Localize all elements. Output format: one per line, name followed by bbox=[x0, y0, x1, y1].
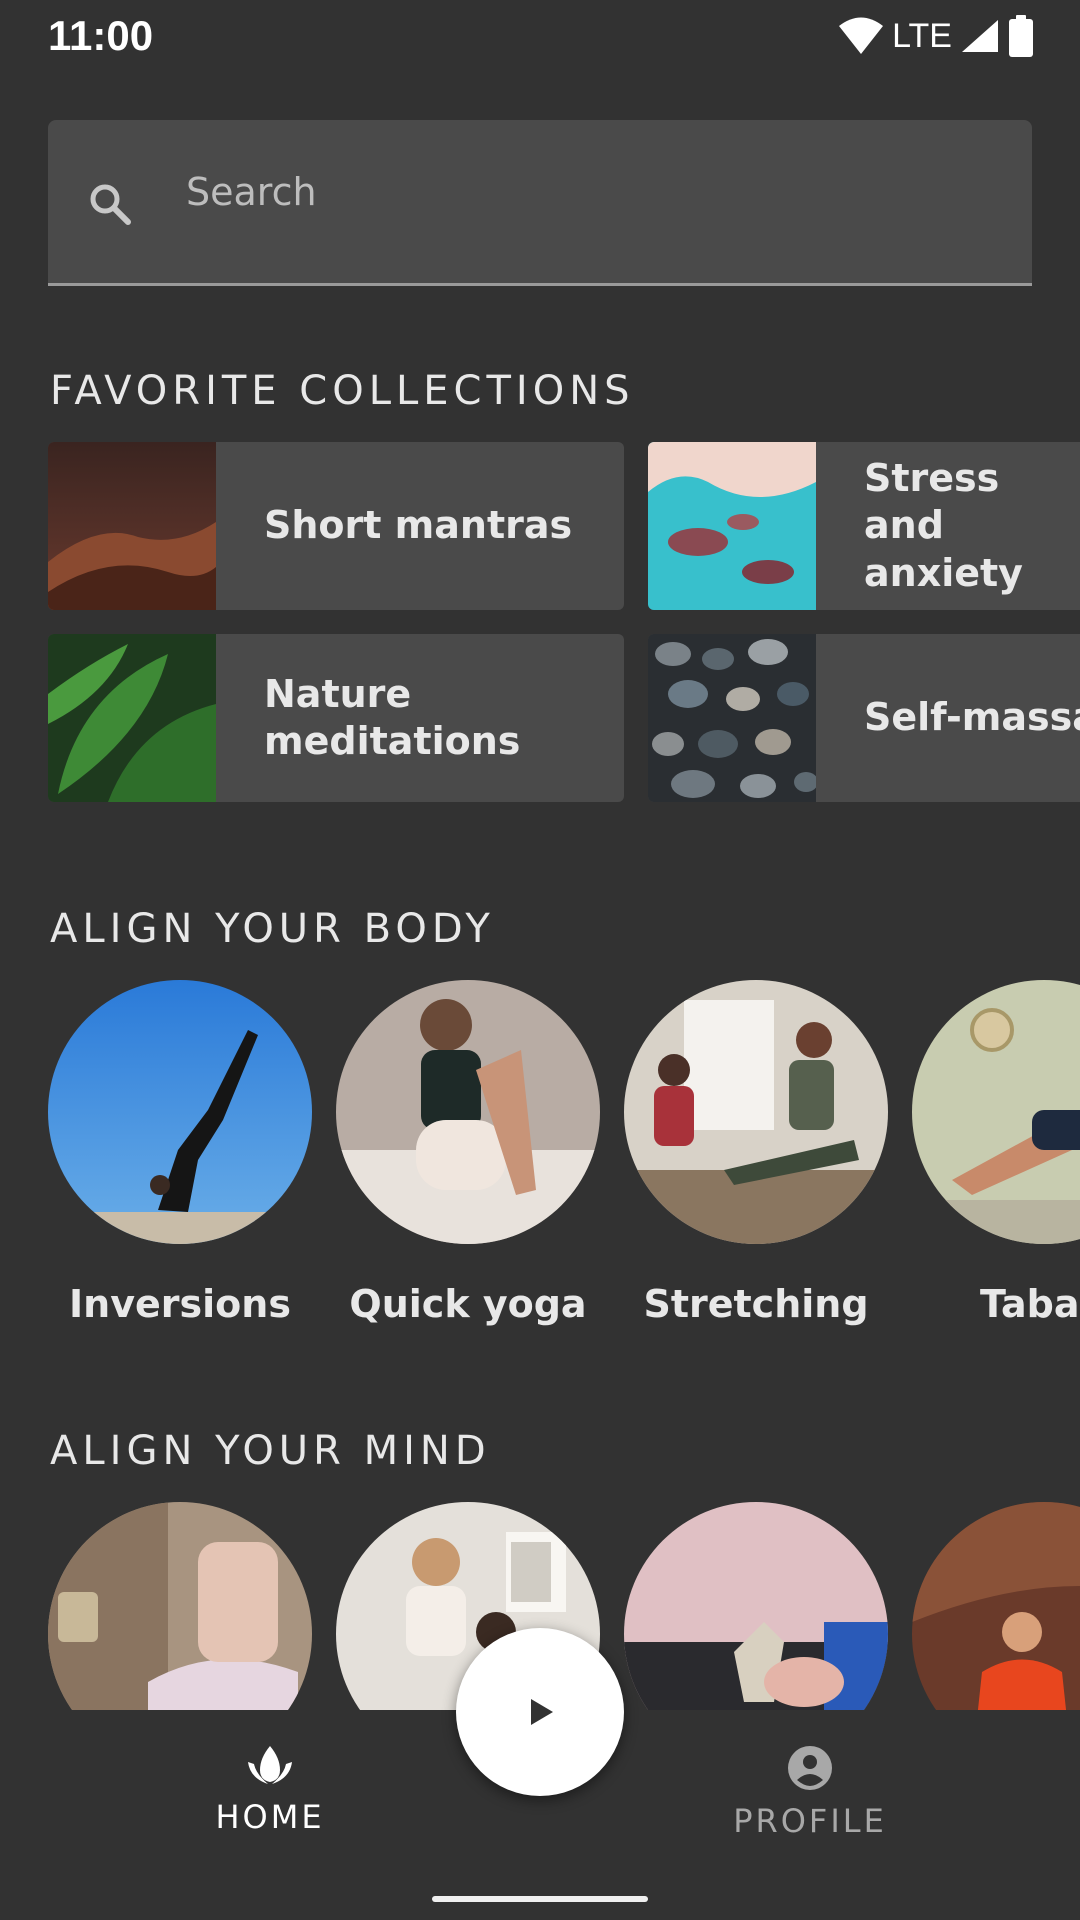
play-button[interactable] bbox=[456, 1628, 624, 1796]
collection-card-self-massage[interactable]: Self-massage bbox=[648, 634, 1080, 802]
mind-item-4[interactable] bbox=[912, 1502, 1080, 1710]
collection-card-stress-and-anxiety[interactable]: Stress and anxiety bbox=[648, 442, 1080, 610]
mind-item-3[interactable] bbox=[624, 1502, 888, 1710]
rock-meditation-image bbox=[912, 1502, 1080, 1710]
account-circle-icon bbox=[788, 1746, 832, 1790]
status-icons: LTE bbox=[838, 14, 1034, 58]
pebbles-image bbox=[648, 634, 816, 802]
sage-smudge-image bbox=[624, 1502, 888, 1710]
nav-profile[interactable]: PROFILE bbox=[680, 1744, 940, 1840]
body-item-label: Inversions bbox=[69, 1282, 291, 1326]
nav-home-label: HOME bbox=[215, 1798, 325, 1836]
body-item-label: Quick yoga bbox=[349, 1282, 587, 1326]
body-item-stretching[interactable]: Stretching bbox=[624, 980, 888, 1326]
play-icon bbox=[531, 1699, 553, 1725]
collection-label: Short mantras bbox=[264, 503, 573, 548]
stretching-image bbox=[624, 980, 888, 1244]
collection-card-nature-meditations[interactable]: Nature meditations bbox=[48, 634, 624, 802]
battery-icon bbox=[1009, 15, 1033, 57]
status-bar: 11:00 LTE bbox=[0, 0, 1080, 72]
search-icon bbox=[90, 184, 131, 225]
nav-home[interactable]: HOME bbox=[140, 1744, 400, 1836]
body-item-label: Stretching bbox=[643, 1282, 869, 1326]
desert-dunes-image bbox=[48, 442, 216, 610]
collection-label: Nature meditations bbox=[264, 671, 521, 764]
lotus-icon bbox=[248, 1746, 292, 1784]
meditation-pose-image bbox=[48, 1502, 312, 1710]
network-type: LTE bbox=[892, 16, 952, 55]
align-body-title: ALIGN YOUR BODY bbox=[50, 906, 495, 952]
nav-profile-label: PROFILE bbox=[733, 1802, 887, 1840]
align-mind-title: ALIGN YOUR MIND bbox=[50, 1428, 491, 1474]
inversions-image bbox=[48, 980, 312, 1244]
body-item-label: Tabata bbox=[980, 1282, 1080, 1326]
quick-yoga-image bbox=[336, 980, 600, 1244]
mind-item-1[interactable] bbox=[48, 1502, 312, 1710]
ocean-aerial-image bbox=[648, 442, 816, 610]
search-input[interactable] bbox=[186, 160, 986, 224]
body-item-inversions[interactable]: Inversions bbox=[48, 980, 312, 1326]
gesture-home-indicator[interactable] bbox=[432, 1896, 648, 1902]
signal-icon bbox=[962, 20, 998, 52]
body-item-quick-yoga[interactable]: Quick yoga bbox=[336, 980, 600, 1326]
tabata-image bbox=[912, 980, 1080, 1244]
collection-card-short-mantras[interactable]: Short mantras bbox=[48, 442, 624, 610]
favorite-collections-title: FAVORITE COLLECTIONS bbox=[50, 368, 635, 414]
wifi-icon bbox=[839, 17, 884, 54]
app-screen: 11:00 LTE FAVORITE COLLECTIONS bbox=[0, 0, 1080, 1920]
status-time: 11:00 bbox=[48, 12, 154, 59]
monstera-leaves-image bbox=[48, 634, 216, 802]
collection-label: Stress and anxiety bbox=[864, 455, 1023, 595]
body-item-tabata[interactable]: Tabata bbox=[912, 980, 1080, 1326]
collection-label: Self-massage bbox=[864, 695, 1080, 740]
